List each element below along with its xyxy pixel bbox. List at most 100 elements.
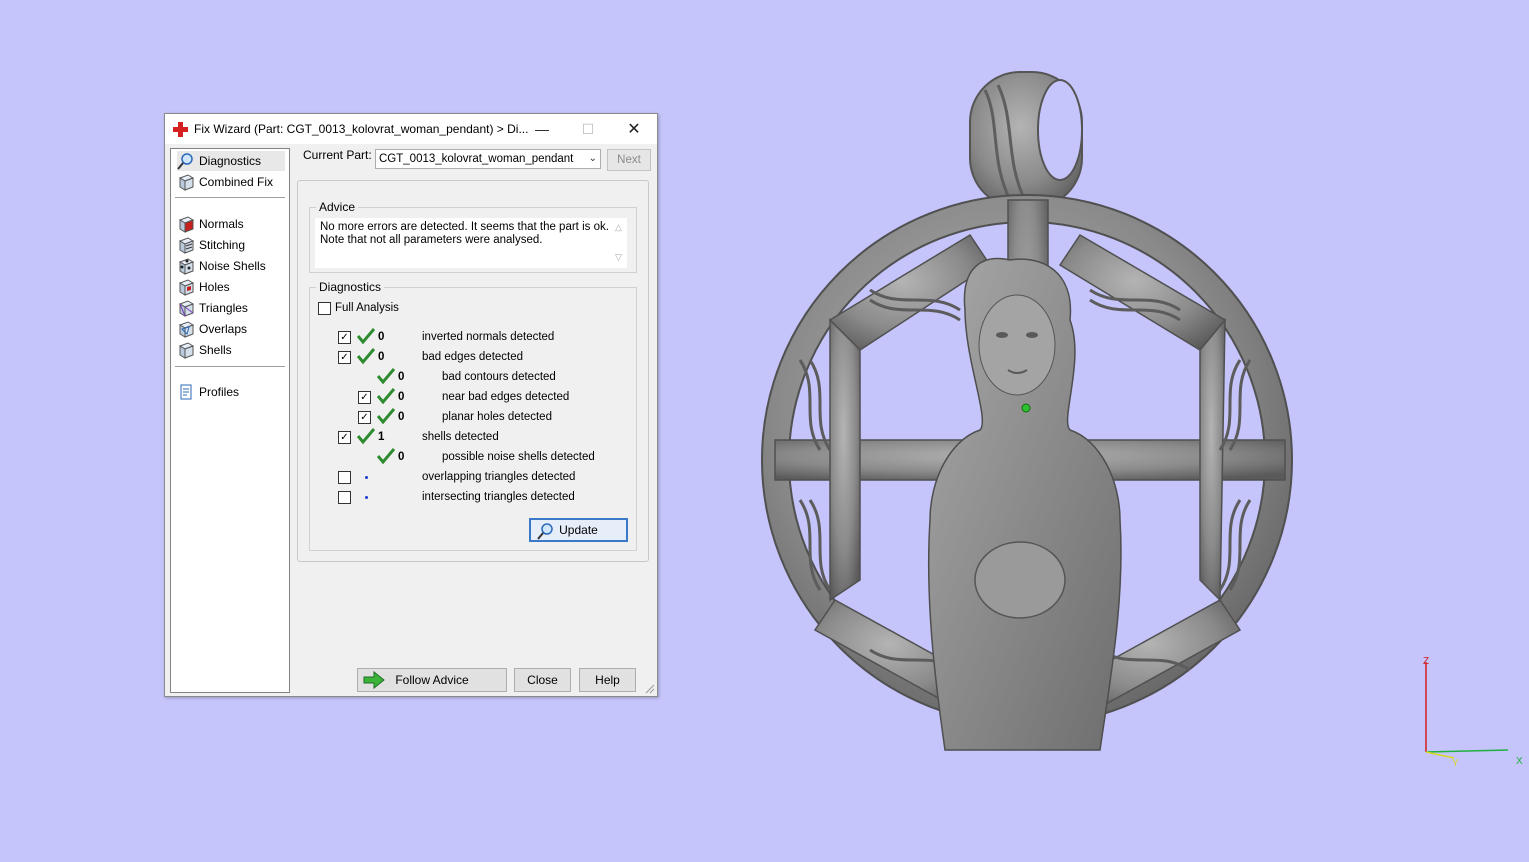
sidebar-item-profiles[interactable]: Profiles (177, 382, 285, 402)
diagnostic-label: planar holes detected (442, 411, 552, 423)
stitching-cube-icon (178, 237, 195, 254)
diagnostic-checkbox[interactable]: ✓ (338, 351, 351, 364)
wizard-sidebar: Diagnostics Combined Fix Normals Stitchi… (170, 148, 290, 693)
check-ok-icon (377, 448, 395, 464)
not-analysed-dot-icon (365, 496, 368, 499)
advice-line: No more errors are detected. It seems th… (320, 221, 609, 233)
diagnostic-checkbox[interactable] (338, 491, 351, 504)
pendant-model[interactable] (740, 60, 1320, 760)
triangles-cube-icon (178, 300, 195, 317)
sidebar-item-overlaps[interactable]: Overlaps (177, 319, 285, 339)
full-analysis-label: Full Analysis (335, 302, 399, 314)
diagnostic-checkbox[interactable]: ✓ (338, 431, 351, 444)
help-button[interactable]: Help (579, 668, 636, 692)
sidebar-item-triangles[interactable]: Triangles (177, 298, 285, 318)
sidebar-item-label: Diagnostics (199, 154, 262, 168)
check-ok-icon (377, 388, 395, 404)
sidebar-item-normals[interactable]: Normals (177, 214, 285, 234)
diagnostic-count: 0 (398, 451, 405, 463)
diagnostic-label: bad edges detected (422, 351, 524, 363)
sidebar-item-diagnostics[interactable]: Diagnostics (177, 151, 285, 171)
diagnostics-title: Diagnostics (316, 280, 385, 294)
sidebar-item-label: Shells (199, 343, 232, 357)
diagnostic-checkbox[interactable] (338, 471, 351, 484)
check-ok-icon (377, 408, 395, 424)
diagnostic-label: overlapping triangles detected (422, 471, 576, 483)
sidebar-item-shells[interactable]: Shells (177, 340, 285, 360)
diagnostic-label: bad contours detected (442, 371, 556, 383)
sidebar-item-label: Stitching (199, 238, 246, 252)
diagnostic-checkbox[interactable]: ✓ (338, 331, 351, 344)
advice-line: Note that not all parameters were analys… (320, 234, 543, 246)
overlaps-cube-icon (178, 321, 195, 338)
diagnostic-checkbox[interactable]: ✓ (358, 391, 371, 404)
close-label: Close (527, 673, 558, 687)
document-icon (180, 384, 192, 400)
magnifier-icon (177, 153, 193, 170)
help-label: Help (595, 673, 620, 687)
sidebar-item-label: Profiles (199, 385, 240, 399)
follow-advice-label: Follow Advice (395, 673, 469, 687)
diagnostic-label: inverted normals detected (422, 331, 555, 343)
noise-shells-icon (178, 258, 195, 275)
diagnostic-count: 1 (378, 431, 385, 443)
scroll-up-icon[interactable]: △ (615, 222, 622, 233)
diagnostic-count: 0 (398, 391, 405, 403)
diagnostic-count: 0 (398, 371, 405, 383)
advice-title: Advice (316, 200, 359, 214)
full-analysis-checkbox[interactable] (318, 302, 331, 315)
magnifier-icon (537, 523, 553, 540)
diagnostic-label: near bad edges detected (442, 391, 570, 403)
check-ok-icon (357, 348, 375, 364)
sidebar-item-label: Overlaps (199, 322, 248, 336)
check-ok-icon (377, 368, 395, 384)
sidebar-item-label: Triangles (199, 301, 248, 315)
cube-icon (178, 174, 195, 191)
sidebar-item-label: Combined Fix (199, 175, 274, 189)
current-part-label: Current Part: (303, 148, 372, 162)
sidebar-item-label: Normals (199, 217, 244, 231)
sidebar-item-label: Holes (199, 280, 230, 294)
update-label: Update (559, 523, 598, 537)
maximize-button[interactable]: ☐ (565, 114, 611, 144)
axis-triad: Z Y X (1423, 656, 1523, 769)
sidebar-item-stitching[interactable]: Stitching (177, 235, 285, 255)
window-title: Fix Wizard (Part: CGT_0013_kolovrat_woma… (194, 122, 529, 136)
next-button[interactable]: Next (607, 149, 651, 171)
holes-cube-icon (178, 279, 195, 296)
sidebar-item-noise-shells[interactable]: Noise Shells (177, 256, 285, 276)
axis-y-label: Y (1452, 758, 1459, 769)
diagnostic-count: 0 (378, 351, 385, 363)
fix-wizard-dialog: Fix Wizard (Part: CGT_0013_kolovrat_woma… (164, 113, 658, 697)
diagnostic-label: shells detected (422, 431, 499, 443)
axis-x-label: X (1516, 756, 1523, 767)
current-part-dropdown[interactable]: CGT_0013_kolovrat_woman_pendant ⌄ (375, 149, 601, 169)
diagnostic-count: 0 (378, 331, 385, 343)
sidebar-divider (175, 197, 285, 198)
red-cross-icon (173, 122, 188, 137)
scroll-down-icon[interactable]: ▽ (615, 252, 622, 263)
title-bar[interactable]: Fix Wizard (Part: CGT_0013_kolovrat_woma… (165, 114, 657, 144)
advice-text: No more errors are detected. It seems th… (320, 221, 610, 247)
diagnostic-label: possible noise shells detected (442, 451, 595, 463)
check-ok-icon (357, 428, 375, 444)
update-button[interactable]: Update (529, 518, 628, 542)
normals-cube-icon (178, 216, 195, 233)
close-button[interactable]: Close (514, 668, 571, 692)
sidebar-item-holes[interactable]: Holes (177, 277, 285, 297)
follow-advice-button[interactable]: Follow Advice (357, 668, 507, 692)
sidebar-item-combined-fix[interactable]: Combined Fix (177, 172, 285, 192)
check-ok-icon (357, 328, 375, 344)
diagnostic-checkbox[interactable]: ✓ (358, 411, 371, 424)
chevron-down-icon: ⌄ (588, 153, 597, 164)
sidebar-divider (175, 366, 285, 367)
resize-grip-icon[interactable] (645, 684, 655, 694)
not-analysed-dot-icon (365, 476, 368, 479)
sidebar-item-label: Noise Shells (199, 259, 266, 273)
minimize-button[interactable]: — (519, 114, 565, 144)
close-window-button[interactable]: ✕ (611, 114, 657, 144)
shells-cube-icon (178, 342, 195, 359)
diagnostic-label: intersecting triangles detected (422, 491, 575, 503)
current-part-value: CGT_0013_kolovrat_woman_pendant (379, 153, 574, 165)
diagnostic-count: 0 (398, 411, 405, 423)
